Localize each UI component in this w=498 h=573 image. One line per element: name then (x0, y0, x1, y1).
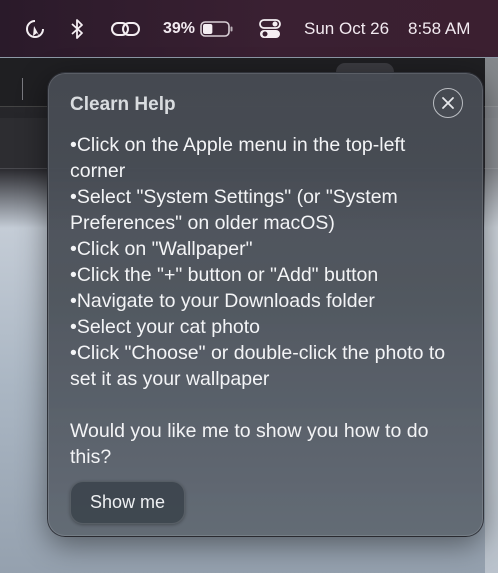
battery-icon (200, 20, 234, 38)
list-item: Click on the Apple menu in the top-left … (70, 132, 465, 184)
help-popover: Clearn Help Click on the Apple menu in t… (47, 72, 484, 537)
popover-title: Clearn Help (70, 94, 176, 115)
list-item: Click the "+" button or "Add" button (70, 262, 465, 288)
follow-up-question: Would you like me to show you how to do … (70, 420, 429, 468)
battery-status[interactable]: 39% (163, 0, 234, 57)
close-button[interactable] (433, 88, 463, 118)
popover-body: Click on the Apple menu in the top-left … (70, 132, 465, 470)
cursor-refresh-icon[interactable] (24, 0, 46, 57)
close-icon (441, 96, 455, 110)
menubar-time[interactable]: 8:58 AM (408, 0, 470, 57)
link-icon[interactable] (110, 0, 142, 57)
menubar-date[interactable]: Sun Oct 26 (304, 0, 389, 57)
background-scroll-edge (485, 58, 498, 573)
battery-percent: 39% (163, 19, 196, 37)
menu-bar: 39% Sun Oct 26 8:58 AM (0, 0, 498, 57)
show-me-button[interactable]: Show me (70, 481, 185, 524)
bluetooth-icon[interactable] (70, 0, 84, 57)
list-item: Select your cat photo (70, 314, 465, 340)
list-item: Navigate to your Downloads folder (70, 288, 465, 314)
background-divider (22, 78, 23, 100)
list-item: Select "System Settings" (or "System Pre… (70, 184, 465, 236)
list-item: Click on "Wallpaper" (70, 236, 465, 262)
control-center-icon[interactable] (258, 0, 282, 57)
steps-list: Click on the Apple menu in the top-left … (70, 132, 465, 392)
list-item: Click "Choose" or double-click the photo… (70, 340, 465, 392)
